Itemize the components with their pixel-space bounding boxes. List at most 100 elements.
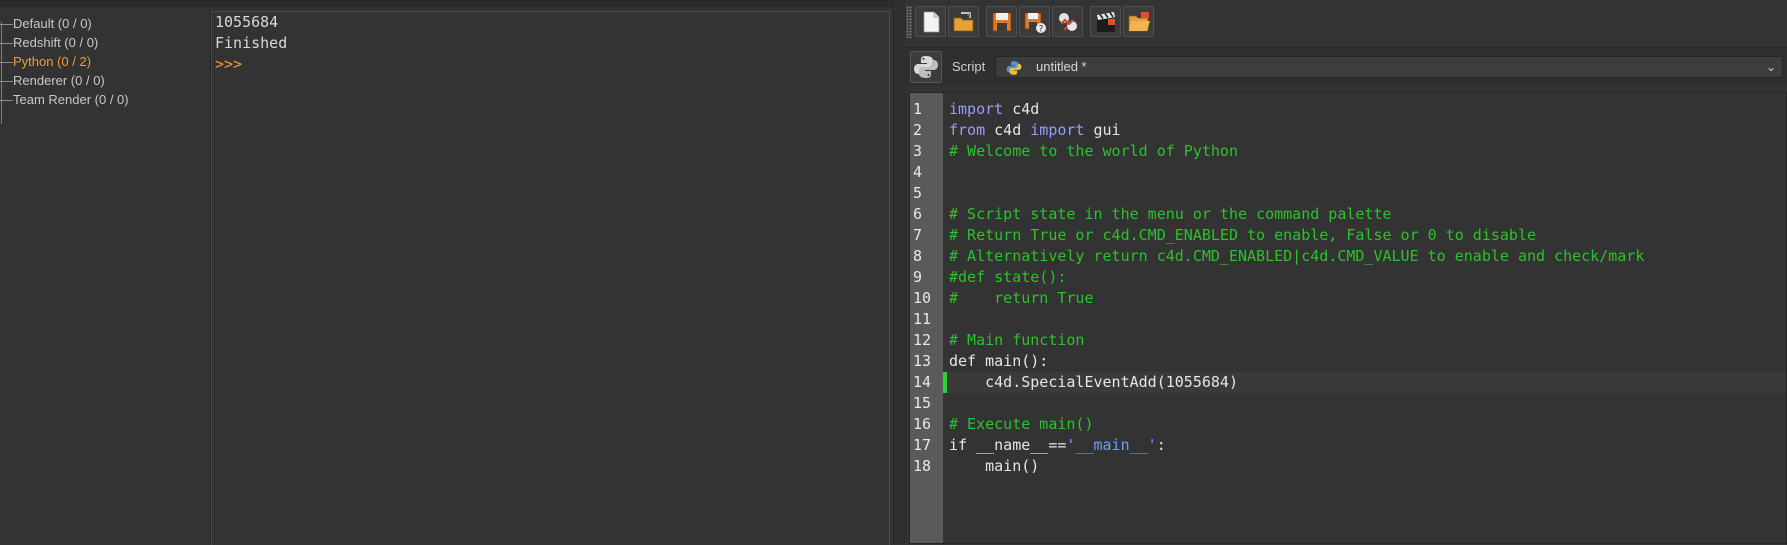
code-editor[interactable]: 1 2 3 4 5 6 7 8 9 10 11 12 13 14 15 16 17 18 import c4d fr…	[909, 92, 1787, 544]
code-line[interactable]: # return True	[947, 288, 1786, 309]
code-token: # Alternatively return c4d.CMD_ENABLED|c…	[949, 247, 1645, 265]
line-number: 7	[913, 226, 923, 244]
line-number: 16	[913, 415, 932, 433]
console-line: 1055684	[215, 13, 279, 31]
code-token: '__main__'	[1066, 436, 1157, 454]
line-number: 18	[913, 457, 932, 475]
code-token: # Execute main()	[949, 415, 1094, 433]
code-line[interactable]: # Script state in the menu or the comman…	[947, 204, 1786, 225]
open-folder-button[interactable]	[1123, 6, 1154, 37]
line-number: 5	[913, 184, 923, 202]
code-line[interactable]: ​	[947, 183, 1786, 204]
code-line[interactable]: # Alternatively return c4d.CMD_ENABLED|c…	[947, 246, 1786, 267]
tree-branch-line	[0, 81, 13, 83]
code-line[interactable]: #def state():	[947, 267, 1786, 288]
code-line[interactable]: # Welcome to the world of Python	[947, 141, 1786, 162]
code-line[interactable]: ​	[947, 393, 1786, 414]
tree-item-team-render[interactable]: Team Render (0 / 0)	[0, 90, 129, 110]
tree-item-redshift[interactable]: Redshift (0 / 0)	[0, 33, 98, 53]
tree-item-label: Team Render (0 / 0)	[13, 92, 129, 107]
python-logo-icon	[914, 56, 938, 78]
new-script-button[interactable]	[915, 6, 946, 37]
folder-open-icon	[1128, 11, 1150, 31]
script-category-tree: Default (0 / 0) Redshift (0 / 0) Python …	[0, 10, 210, 544]
open-script-icon	[953, 11, 973, 31]
open-script-button[interactable]	[948, 6, 979, 37]
code-token: # Return True or c4d.CMD_ENABLED to enab…	[949, 226, 1536, 244]
save-as-icon: ?	[1024, 12, 1046, 34]
line-number: 3	[913, 142, 923, 160]
tree-branch-line	[0, 100, 13, 102]
code-line[interactable]: # Return True or c4d.CMD_ENABLED to enab…	[947, 225, 1786, 246]
tree-item-label: Renderer (0 / 0)	[13, 73, 105, 88]
tree-item-python[interactable]: Python (0 / 2)	[0, 52, 91, 72]
save-icon	[992, 12, 1011, 31]
code-line[interactable]: def main():	[947, 351, 1786, 372]
code-line[interactable]: import c4d	[947, 99, 1786, 120]
line-number: 9	[913, 268, 923, 286]
code-token: import	[1030, 121, 1085, 139]
code-line[interactable]: # Main function	[947, 330, 1786, 351]
line-numbers: 1 2 3 4 5 6 7 8 9 10 11 12 13 14 15 16 17 18	[910, 99, 943, 477]
tree-item-default[interactable]: Default (0 / 0)	[0, 14, 92, 34]
line-number: 8	[913, 247, 923, 265]
script-timeline-button[interactable]	[1090, 6, 1121, 37]
clapboard-icon	[1096, 11, 1115, 32]
script-manager-pane: ? Script untitled * ⌄ 1 2 3 4 5 6 7 8 9 …	[906, 0, 1787, 544]
script-dropdown[interactable]: untitled * ⌄	[995, 56, 1783, 78]
code-token: import	[949, 100, 1004, 118]
line-number: 11	[913, 310, 932, 328]
tree-item-renderer[interactable]: Renderer (0 / 0)	[0, 71, 105, 91]
tree-item-label: Default (0 / 0)	[13, 16, 92, 31]
save-script-button[interactable]	[986, 6, 1017, 37]
code-token: #def state():	[949, 268, 1067, 286]
console-line: Finished	[215, 34, 288, 52]
code-token: if __name__==	[949, 436, 1067, 454]
python-file-icon	[1006, 61, 1022, 75]
python-objects-button[interactable]	[1052, 6, 1083, 37]
code-token: :	[1156, 436, 1166, 454]
python-logo-button[interactable]	[910, 51, 942, 83]
code-token: # Welcome to the world of Python	[949, 142, 1238, 160]
line-number: 1	[913, 100, 923, 118]
tree-item-label: Python (0 / 2)	[13, 54, 92, 69]
python-objects-icon	[1058, 12, 1077, 31]
code-line[interactable]: c4d.SpecialEventAdd(1055684)	[947, 372, 1786, 393]
code-line[interactable]: # Execute main()	[947, 414, 1786, 435]
code-area[interactable]: import c4d from c4d import gui # Welcome t…	[947, 99, 1786, 477]
tree-branch-line	[0, 43, 13, 45]
line-number: 10	[913, 289, 932, 307]
code-line[interactable]: main()	[947, 456, 1786, 477]
console-output[interactable]: 1055684 Finished >>>	[211, 11, 890, 545]
code-token: c4d	[1003, 100, 1040, 118]
code-token: def main():	[949, 352, 1049, 370]
code-token: main()	[949, 457, 1040, 475]
new-script-icon	[923, 11, 939, 32]
code-token: # Main function	[949, 331, 1085, 349]
pane-splitter[interactable]	[893, 0, 907, 544]
line-number: 4	[913, 163, 923, 181]
code-token: # Script state in the menu or the comman…	[949, 205, 1392, 223]
code-line[interactable]: ​	[947, 309, 1786, 330]
code-token: from	[949, 121, 986, 139]
code-line[interactable]: if __name__=='__main__':	[947, 435, 1786, 456]
code-token: gui	[1084, 121, 1121, 139]
toolbar-grip[interactable]	[906, 6, 912, 38]
script-selector-bar: Script untitled * ⌄	[906, 47, 1787, 86]
line-number: 6	[913, 205, 923, 223]
line-number: 2	[913, 121, 923, 139]
line-number: 14	[913, 373, 932, 391]
save-script-as-button[interactable]: ?	[1019, 6, 1050, 37]
code-token: c4d.SpecialEventAdd(1055684)	[949, 373, 1238, 391]
tree-item-label: Redshift (0 / 0)	[13, 35, 99, 50]
code-token: c4d	[985, 121, 1031, 139]
chevron-down-icon: ⌄	[1765, 60, 1776, 74]
code-line[interactable]: ​	[947, 162, 1786, 183]
code-token: # return True	[949, 289, 1094, 307]
script-dropdown-value: untitled *	[1036, 59, 1087, 74]
tree-branch-line	[0, 24, 13, 26]
console-prompt[interactable]: >>>	[212, 54, 889, 75]
svg-text:?: ?	[1038, 24, 1043, 34]
line-number: 12	[913, 331, 932, 349]
code-line[interactable]: from c4d import gui	[947, 120, 1786, 141]
